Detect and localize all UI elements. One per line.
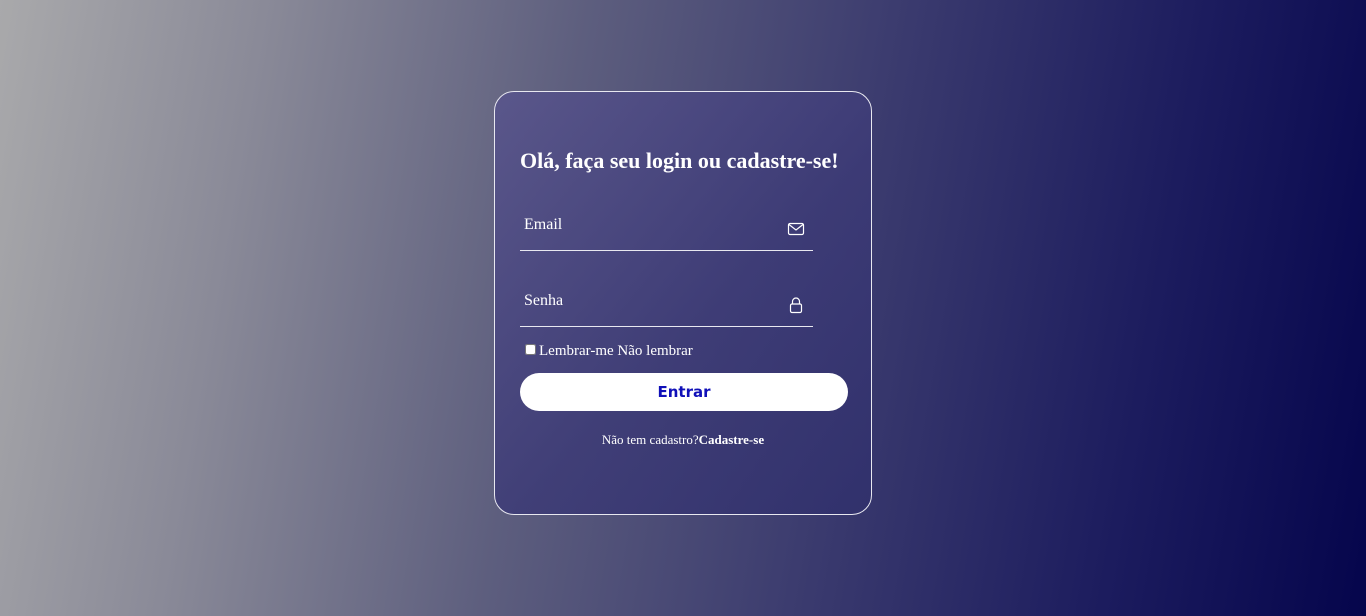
password-input[interactable] [520, 286, 784, 316]
signup-link[interactable]: Cadastre-se [699, 432, 764, 447]
envelope-icon [787, 220, 805, 238]
login-card: Olá, faça seu login ou cadastre-se! Lemb… [494, 91, 872, 515]
email-input[interactable] [520, 210, 784, 240]
remember-me-checkbox[interactable] [525, 344, 536, 355]
password-field-container [520, 286, 813, 327]
lock-icon [787, 296, 805, 314]
signup-prompt-text: Não tem cadastro? [601, 432, 699, 447]
email-field-container [520, 210, 813, 251]
remember-me[interactable]: Lembrar-me Não lembrar [525, 343, 693, 360]
remember-me-label: Lembrar-me Não lembrar [539, 343, 693, 359]
login-button[interactable]: Entrar [520, 373, 848, 411]
signup-prompt: Não tem cadastro?Cadastre-se [495, 432, 871, 448]
login-title: Olá, faça seu login ou cadastre-se! [520, 148, 839, 173]
